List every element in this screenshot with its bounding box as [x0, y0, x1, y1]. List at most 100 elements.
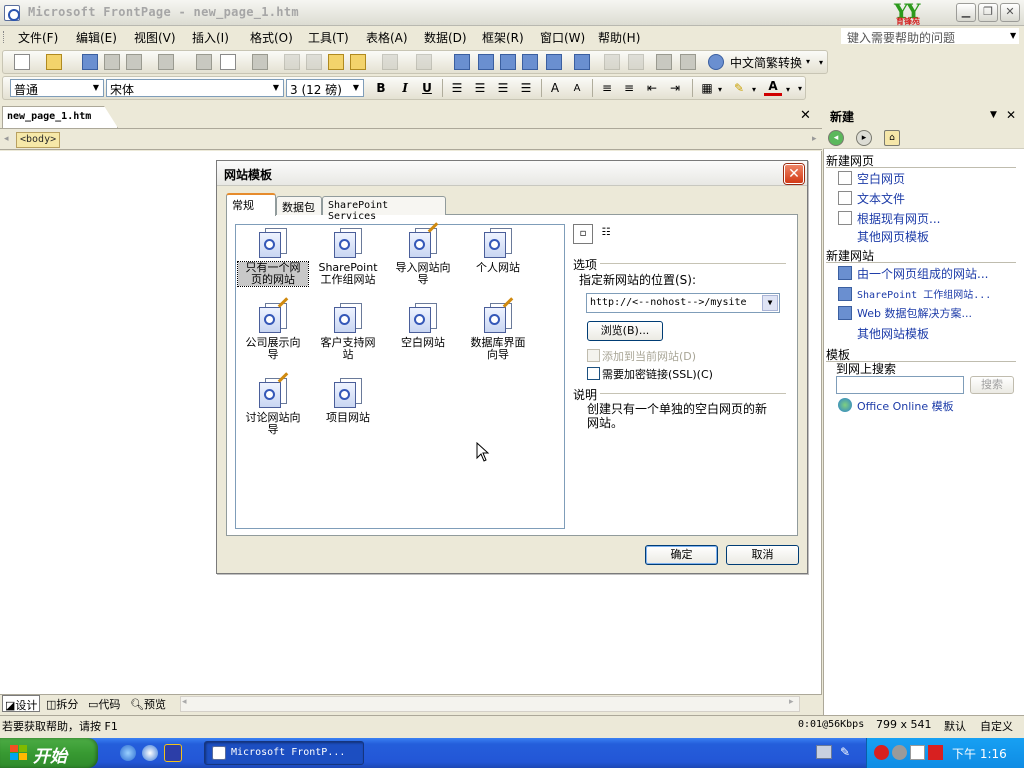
minimize-button[interactable]: ▁: [956, 3, 976, 22]
font-color-dropdown-icon[interactable]: ▾: [786, 85, 790, 94]
location-dropdown-icon[interactable]: ▼: [762, 295, 778, 311]
template-import-wizard[interactable]: 导入网站向导: [388, 222, 458, 286]
redo-icon[interactable]: [416, 54, 432, 70]
align-left-icon[interactable]: ☰: [448, 79, 466, 97]
insert-layer-icon[interactable]: [454, 54, 470, 70]
stop-icon[interactable]: [628, 54, 644, 70]
borders-icon[interactable]: ▦: [698, 79, 716, 97]
view-tab-design[interactable]: ◪设计: [2, 695, 41, 712]
font-size-select[interactable]: 3 (12 磅) ▼: [286, 79, 364, 97]
taskbar-frontpage-button[interactable]: Microsoft FrontP...: [204, 741, 364, 765]
open-folder-icon[interactable]: [46, 54, 62, 70]
format-painter-icon[interactable]: [350, 54, 366, 70]
format-toolbar-options-icon[interactable]: ▾: [798, 84, 802, 93]
close-document-icon[interactable]: ✕: [800, 108, 811, 123]
style-select[interactable]: 普通 ▼: [10, 79, 104, 97]
toolbar-options-icon[interactable]: ▾: [819, 58, 823, 67]
font-color-icon[interactable]: A: [764, 79, 782, 96]
link-from-existing-page[interactable]: 根据现有网页...: [857, 210, 940, 227]
font-dropdown-icon[interactable]: ▼: [270, 81, 282, 95]
task-pane-title[interactable]: 新建: [830, 108, 854, 125]
status-download-speed[interactable]: 0:01@56Kbps: [798, 719, 864, 730]
show-desktop-icon[interactable]: [120, 745, 136, 761]
document-tab[interactable]: new_page_1.htm: [2, 106, 118, 128]
template-corporate-wizard[interactable]: 公司展示向导: [238, 297, 308, 361]
show-all-icon[interactable]: [656, 54, 672, 70]
help-icon[interactable]: [708, 54, 724, 70]
search-online-input[interactable]: [836, 376, 964, 394]
link-office-online[interactable]: Office Online 模板: [857, 398, 954, 414]
menu-data[interactable]: 数据(D): [424, 29, 467, 46]
menu-help[interactable]: 帮助(H): [598, 29, 640, 46]
insert-picture-icon[interactable]: [522, 54, 538, 70]
taskbar-clock[interactable]: 下午 1:16: [952, 745, 1007, 762]
dialog-title-bar[interactable]: [217, 161, 807, 186]
link-one-page-site[interactable]: 由一个网页组成的网站...: [857, 265, 988, 282]
template-project-site[interactable]: 项目网站: [313, 378, 383, 424]
menu-insert[interactable]: 插入(I): [192, 29, 229, 46]
tab-packages[interactable]: 数据包: [276, 196, 322, 215]
increase-indent-icon[interactable]: ⇥: [666, 79, 684, 97]
cancel-button[interactable]: 取消: [726, 545, 799, 565]
preview-icon[interactable]: [220, 54, 236, 70]
menu-file[interactable]: 文件(F): [18, 29, 58, 46]
location-combobox[interactable]: http://<--nohost-->/mysite ▼: [586, 293, 780, 313]
undo-icon[interactable]: [382, 54, 398, 70]
restore-button[interactable]: ❐: [978, 3, 998, 22]
decrease-font-icon[interactable]: A: [568, 80, 586, 98]
add-to-current-checkbox[interactable]: [587, 349, 600, 362]
view-tab-preview[interactable]: 🔍︎预览: [128, 695, 168, 712]
task-pane-close-icon[interactable]: ✕: [1006, 108, 1016, 122]
scroll-right-icon[interactable]: ▸: [789, 697, 794, 707]
font-select[interactable]: 宋体 ▼: [106, 79, 284, 97]
template-one-page-site[interactable]: 只有一个网 页的网站: [237, 228, 309, 287]
publish-icon[interactable]: [126, 54, 142, 70]
tray-network-icon[interactable]: [816, 745, 832, 759]
frontpage-app-icon[interactable]: [4, 5, 20, 21]
new-page-icon[interactable]: [14, 54, 30, 70]
search-icon[interactable]: [104, 54, 120, 70]
quicktag-back-icon[interactable]: ◂: [4, 134, 9, 144]
quicklaunch-app-icon[interactable]: [164, 744, 182, 762]
details-view-icon[interactable]: ☷: [596, 224, 616, 244]
home-icon[interactable]: ⌂: [884, 130, 900, 146]
cut-icon[interactable]: [284, 54, 300, 70]
dialog-close-button[interactable]: ✕: [784, 164, 804, 184]
menu-tools[interactable]: 工具(T): [308, 29, 349, 46]
print-icon[interactable]: [196, 54, 212, 70]
style-dropdown-icon[interactable]: ▼: [90, 81, 102, 95]
view-tab-code[interactable]: ▭代码: [86, 695, 122, 712]
browse-button[interactable]: 浏览(B)...: [587, 321, 663, 341]
link-more-page-templates[interactable]: 其他网页模板: [857, 228, 929, 245]
italic-button[interactable]: I: [396, 79, 414, 97]
status-custom[interactable]: 自定义: [980, 718, 1013, 734]
link-more-site-templates[interactable]: 其他网站模板: [857, 325, 929, 342]
template-personal-site[interactable]: 个人网站: [463, 228, 533, 274]
tab-general[interactable]: 常规: [226, 193, 276, 216]
link-sharepoint-site[interactable]: SharePoint 工作组网站...: [857, 286, 991, 301]
menu-format[interactable]: 格式(O): [250, 29, 293, 46]
tray-gray-icon[interactable]: [892, 745, 907, 760]
task-pane-menu-icon[interactable]: ▼: [990, 110, 997, 120]
borders-dropdown-icon[interactable]: ▾: [718, 85, 722, 94]
bullets-icon[interactable]: ≡: [620, 79, 638, 97]
tab-sharepoint-services[interactable]: SharePoint Services: [322, 196, 446, 222]
menu-frames[interactable]: 框架(R): [482, 29, 524, 46]
scroll-left-icon[interactable]: ◂: [182, 697, 187, 707]
numbering-icon[interactable]: ≡: [598, 79, 616, 97]
status-default[interactable]: 默认: [944, 718, 966, 734]
link-web-package[interactable]: Web 数据包解决方案...: [857, 305, 972, 321]
bold-button[interactable]: B: [372, 79, 390, 97]
horizontal-scrollbar[interactable]: [180, 696, 800, 712]
internet-explorer-icon[interactable]: [142, 745, 158, 761]
ok-button[interactable]: 确定: [645, 545, 718, 565]
font-size-dropdown-icon[interactable]: ▼: [350, 81, 362, 95]
status-page-size[interactable]: 799 x 541: [876, 718, 932, 731]
convert-dropdown-icon[interactable]: ▾: [806, 57, 810, 66]
justify-icon[interactable]: ☰: [517, 79, 535, 97]
menu-grip[interactable]: [3, 31, 6, 43]
template-discussion-wizard[interactable]: 讨论网站向导: [238, 372, 308, 436]
link-text-file[interactable]: 文本文件: [857, 190, 905, 207]
menu-table[interactable]: 表格(A): [366, 29, 408, 46]
back-arrow-icon[interactable]: ◂: [828, 130, 844, 146]
